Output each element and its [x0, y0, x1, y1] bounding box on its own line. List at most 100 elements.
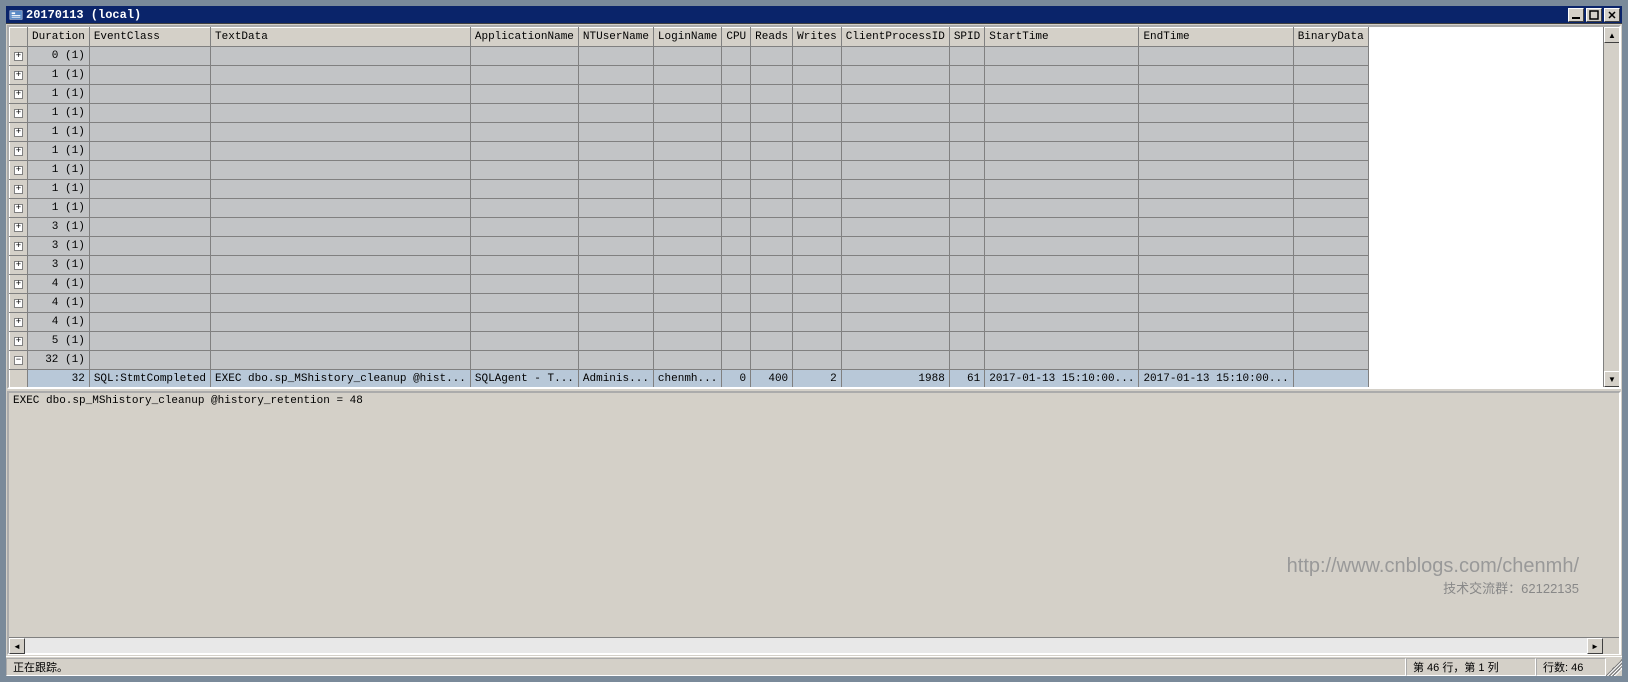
- watermark-url: http://www.cnblogs.com/chenmh/: [1287, 555, 1579, 578]
- expand-toggle[interactable]: +: [10, 332, 28, 351]
- col-writes[interactable]: Writes: [793, 28, 842, 47]
- cell-starttime: [985, 47, 1139, 66]
- cell-textdata: [211, 199, 471, 218]
- col-clientprocessid[interactable]: ClientProcessID: [841, 28, 949, 47]
- table-row[interactable]: +5 (1): [10, 332, 1369, 351]
- cell-writes: [793, 351, 842, 370]
- cell-clientprocessid: [841, 294, 949, 313]
- table-row[interactable]: +1 (1): [10, 104, 1369, 123]
- expand-toggle[interactable]: +: [10, 275, 28, 294]
- cell-endtime: [1139, 85, 1293, 104]
- watermark-qq: 技术交流群：62122135: [1287, 578, 1579, 597]
- expand-toggle[interactable]: +: [10, 180, 28, 199]
- col-endtime[interactable]: EndTime: [1139, 28, 1293, 47]
- expand-toggle[interactable]: +: [10, 85, 28, 104]
- table-row[interactable]: +4 (1): [10, 313, 1369, 332]
- cell-loginname: [653, 142, 721, 161]
- col-spid[interactable]: SPID: [949, 28, 984, 47]
- table-row[interactable]: +4 (1): [10, 294, 1369, 313]
- grid-vscrollbar[interactable]: ▲ ▼: [1603, 27, 1619, 387]
- table-row[interactable]: +1 (1): [10, 199, 1369, 218]
- expand-toggle[interactable]: +: [10, 313, 28, 332]
- cell-spid: [949, 313, 984, 332]
- cell-ntusername: [578, 66, 653, 85]
- expand-toggle[interactable]: +: [10, 66, 28, 85]
- expand-toggle[interactable]: +: [10, 199, 28, 218]
- expand-toggle[interactable]: +: [10, 142, 28, 161]
- cell-eventclass: [89, 332, 210, 351]
- detail-hscrollbar[interactable]: ◄ ►: [9, 637, 1619, 653]
- cell-cpu: [722, 142, 751, 161]
- trace-grid[interactable]: Duration EventClass TextData Application…: [9, 27, 1369, 387]
- cell-loginname: [653, 85, 721, 104]
- table-row[interactable]: +1 (1): [10, 85, 1369, 104]
- col-textdata[interactable]: TextData: [211, 28, 471, 47]
- scroll-up-button[interactable]: ▲: [1604, 27, 1620, 43]
- cell-endtime: [1139, 218, 1293, 237]
- expand-icon: +: [14, 166, 23, 175]
- cell-ntusername: [578, 180, 653, 199]
- table-row[interactable]: +1 (1): [10, 66, 1369, 85]
- cell-spid: [949, 104, 984, 123]
- table-row[interactable]: +1 (1): [10, 180, 1369, 199]
- scroll-left-button[interactable]: ◄: [9, 638, 25, 654]
- cell-writes: [793, 66, 842, 85]
- cell-binarydata: [1293, 218, 1368, 237]
- expand-toggle[interactable]: +: [10, 294, 28, 313]
- cell-spid: [949, 294, 984, 313]
- cell-starttime: [985, 66, 1139, 85]
- col-cpu[interactable]: CPU: [722, 28, 751, 47]
- col-ntusername[interactable]: NTUserName: [578, 28, 653, 47]
- expand-toggle[interactable]: +: [10, 256, 28, 275]
- maximize-button[interactable]: [1586, 8, 1602, 22]
- col-loginname[interactable]: LoginName: [653, 28, 721, 47]
- status-position: 第 46 行，第 1 列: [1406, 658, 1536, 676]
- expand-toggle[interactable]: +: [10, 47, 28, 66]
- scroll-down-button[interactable]: ▼: [1604, 371, 1620, 387]
- cell-duration: 4 (1): [28, 294, 90, 313]
- table-row[interactable]: −32 (1): [10, 351, 1369, 370]
- table-row[interactable]: +0 (1): [10, 47, 1369, 66]
- expand-icon: +: [14, 128, 23, 137]
- table-row[interactable]: +3 (1): [10, 237, 1369, 256]
- minimize-button[interactable]: [1568, 8, 1584, 22]
- scroll-track[interactable]: [25, 638, 1587, 653]
- expand-toggle[interactable]: +: [10, 237, 28, 256]
- close-button[interactable]: [1604, 8, 1620, 22]
- expand-toggle[interactable]: +: [10, 104, 28, 123]
- expand-icon: +: [14, 204, 23, 213]
- table-row[interactable]: +4 (1): [10, 275, 1369, 294]
- expand-toggle[interactable]: +: [10, 218, 28, 237]
- cell-starttime: [985, 218, 1139, 237]
- scroll-right-button[interactable]: ►: [1587, 638, 1603, 654]
- table-row[interactable]: 32SQL:StmtCompletedEXEC dbo.sp_MShistory…: [10, 370, 1369, 388]
- col-starttime[interactable]: StartTime: [985, 28, 1139, 47]
- detail-text-area[interactable]: EXEC dbo.sp_MShistory_cleanup @history_r…: [9, 393, 1619, 637]
- table-row[interactable]: +1 (1): [10, 142, 1369, 161]
- cell-cpu: [722, 294, 751, 313]
- table-row[interactable]: +1 (1): [10, 161, 1369, 180]
- cell-applicationname: [470, 351, 578, 370]
- cell-binarydata: [1293, 85, 1368, 104]
- cell-clientprocessid: 1988: [841, 370, 949, 388]
- cell-starttime: 2017-01-13 15:10:00...: [985, 370, 1139, 388]
- cell-writes: [793, 218, 842, 237]
- expand-toggle[interactable]: +: [10, 123, 28, 142]
- cell-starttime: [985, 180, 1139, 199]
- table-row[interactable]: +1 (1): [10, 123, 1369, 142]
- resize-grip[interactable]: [1606, 658, 1622, 676]
- col-reads[interactable]: Reads: [751, 28, 793, 47]
- cell-textdata: [211, 180, 471, 199]
- col-duration[interactable]: Duration: [28, 28, 90, 47]
- table-row[interactable]: +3 (1): [10, 218, 1369, 237]
- col-eventclass[interactable]: EventClass: [89, 28, 210, 47]
- expand-toggle[interactable]: −: [10, 351, 28, 370]
- cell-writes: [793, 199, 842, 218]
- col-binarydata[interactable]: BinaryData: [1293, 28, 1368, 47]
- cell-applicationname: [470, 161, 578, 180]
- table-row[interactable]: +3 (1): [10, 256, 1369, 275]
- cell-endtime: [1139, 275, 1293, 294]
- col-applicationname[interactable]: ApplicationName: [470, 28, 578, 47]
- expand-toggle[interactable]: +: [10, 161, 28, 180]
- cell-spid: 61: [949, 370, 984, 388]
